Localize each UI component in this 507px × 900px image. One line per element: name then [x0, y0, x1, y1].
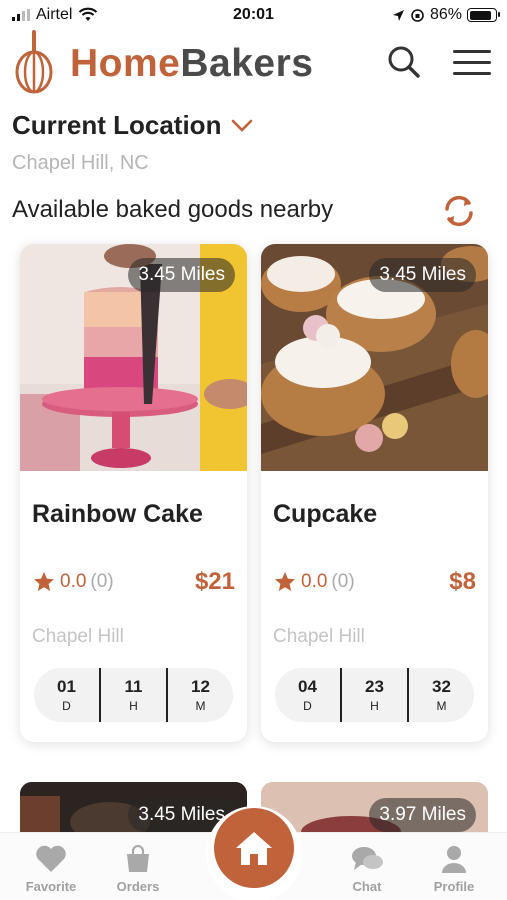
product-price: $21 — [194, 568, 235, 595]
heart-icon — [36, 845, 66, 872]
rating-count: (0) — [90, 571, 114, 592]
shopping-bag-icon — [127, 845, 149, 872]
app-logo: HomeBakers — [70, 42, 313, 86]
timer-hours: 11 H — [99, 668, 166, 722]
product-card[interactable]: 3.45 Miles Rainbow Cake 0.0 (0) $21 Chap… — [20, 244, 247, 742]
timer-hours: 23 H — [340, 668, 407, 722]
product-image: 3.45 Miles — [261, 244, 488, 471]
menu-button[interactable] — [448, 44, 494, 80]
star-icon — [275, 572, 295, 591]
product-card[interactable]: 3.45 Miles Cupcake 0.0 (0) $8 Chapel Hil… — [261, 244, 488, 742]
location-arrow-icon — [392, 9, 404, 21]
logo-home-text: Home — [70, 42, 181, 85]
nav-orders-label: Orders — [116, 879, 160, 894]
whisk-icon — [15, 30, 53, 94]
nav-profile[interactable]: Profile — [414, 845, 494, 894]
search-button[interactable] — [384, 42, 424, 82]
status-right: 86% — [392, 6, 500, 24]
countdown-timer: 01 D 11 H 12 M — [34, 668, 233, 722]
rating-value: 0.0 — [301, 571, 328, 592]
logo-bakers-text: Bakers — [180, 42, 314, 85]
product-city: Chapel Hill — [32, 626, 124, 647]
nav-favorite[interactable]: Favorite — [11, 845, 91, 894]
refresh-icon — [445, 195, 473, 227]
home-button[interactable] — [214, 808, 294, 888]
search-icon — [388, 46, 420, 78]
distance-badge: 3.97 Miles — [369, 798, 476, 832]
timer-minutes: 12 M — [166, 668, 233, 722]
menu-icon — [453, 50, 491, 53]
product-name: Rainbow Cake — [32, 500, 203, 528]
distance-badge: 3.45 Miles — [369, 258, 476, 292]
nav-chat-label: Chat — [352, 879, 382, 894]
user-icon — [442, 846, 466, 873]
section-title: Available baked goods nearby — [12, 196, 334, 223]
chat-icon — [352, 847, 383, 870]
chevron-down-icon — [232, 119, 253, 132]
star-icon — [34, 572, 54, 591]
timer-minutes: 32 M — [407, 668, 474, 722]
product-image: 3.45 Miles — [20, 244, 247, 471]
product-city: Chapel Hill — [273, 626, 365, 647]
nav-favorite-label: Favorite — [25, 879, 77, 894]
nav-orders[interactable]: Orders — [98, 845, 178, 894]
refresh-button[interactable] — [440, 192, 478, 230]
product-price: $8 — [449, 568, 476, 595]
location-title: Current Location — [12, 110, 222, 140]
battery-percent: 86% — [429, 6, 462, 23]
battery-icon — [467, 8, 500, 22]
countdown-timer: 04 D 23 H 32 M — [275, 668, 474, 722]
nav-chat[interactable]: Chat — [327, 845, 407, 894]
timer-days: 01 D — [57, 677, 76, 713]
app-header: HomeBakers — [0, 28, 507, 98]
product-rating: 0.0 (0) — [32, 570, 114, 594]
product-rating: 0.0 (0) — [273, 570, 355, 594]
home-icon — [236, 832, 272, 865]
location-selector[interactable]: Current Location — [12, 110, 253, 141]
timer-days: 04 D — [298, 677, 317, 713]
nav-profile-label: Profile — [433, 879, 475, 894]
orientation-lock-icon — [411, 8, 424, 22]
product-name: Cupcake — [273, 500, 378, 528]
distance-badge: 3.45 Miles — [128, 258, 235, 292]
location-city: Chapel Hill, NC — [12, 152, 149, 174]
rating-count: (0) — [331, 571, 355, 592]
rating-value: 0.0 — [60, 571, 87, 592]
